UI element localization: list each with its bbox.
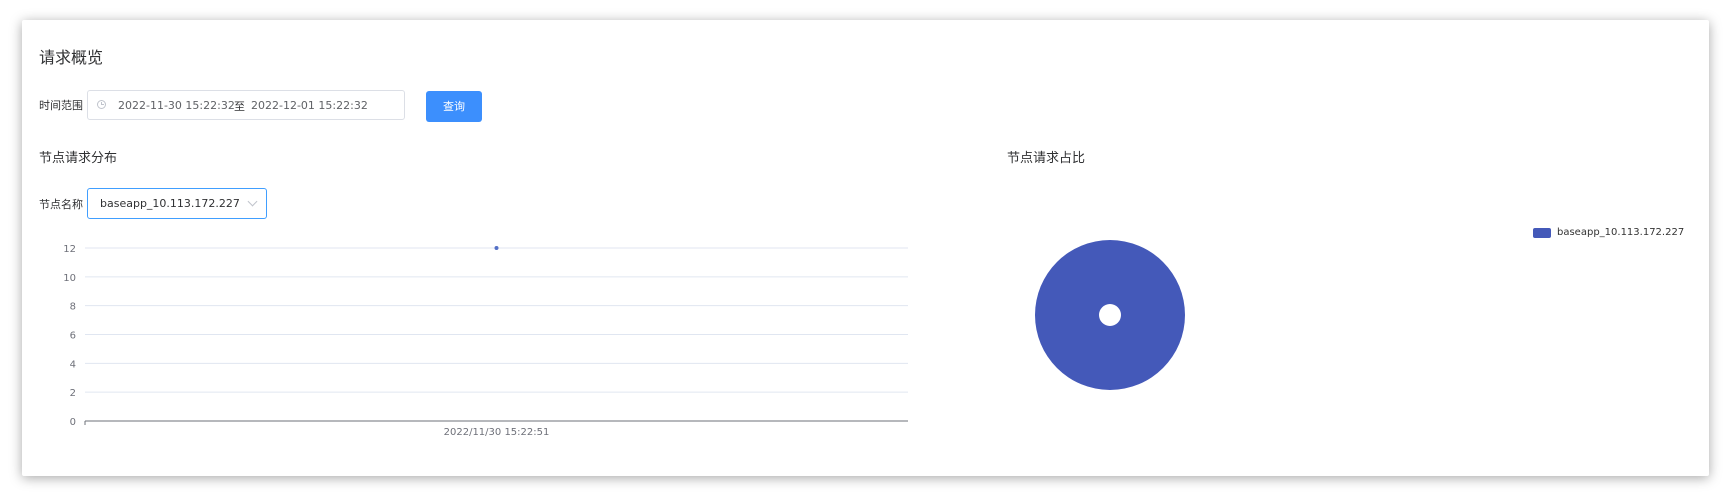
y-tick-label: 10 bbox=[63, 273, 76, 284]
node-select-value: baseapp_10.113.172.227 bbox=[100, 197, 240, 210]
request-overview-card: 请求概览 时间范围 2022-11-30 15:22:32 至 2022-12-… bbox=[22, 20, 1709, 476]
node-select[interactable]: baseapp_10.113.172.227 bbox=[87, 188, 267, 219]
data-point[interactable] bbox=[494, 246, 499, 250]
pie-slice[interactable] bbox=[1035, 240, 1185, 390]
date-range-separator: 至 bbox=[234, 100, 245, 113]
time-range-label: 时间范围 bbox=[39, 99, 83, 112]
node-request-line-chart: 0 2 4 6 8 10 12 2022/11/30 15:22:51 bbox=[63, 244, 908, 438]
node-request-pie-chart bbox=[1035, 240, 1185, 390]
y-tick-label: 4 bbox=[70, 359, 76, 370]
node-ratio-title: 节点请求占比 bbox=[1007, 151, 1086, 166]
node-distribution-title: 节点请求分布 bbox=[39, 151, 118, 166]
chevron-down-icon bbox=[247, 196, 258, 207]
y-tick-label: 0 bbox=[70, 417, 76, 428]
node-name-label: 节点名称 bbox=[39, 198, 83, 211]
query-button[interactable]: 查询 bbox=[426, 91, 482, 122]
y-tick-label: 12 bbox=[63, 244, 76, 255]
date-range-picker[interactable]: 2022-11-30 15:22:32 至 2022-12-01 15:22:3… bbox=[87, 90, 405, 120]
x-tick-label: 2022/11/30 15:22:51 bbox=[444, 427, 550, 438]
y-tick-label: 8 bbox=[70, 302, 76, 313]
date-range-end[interactable]: 2022-12-01 15:22:32 bbox=[251, 99, 368, 112]
legend-label: baseapp_10.113.172.227 bbox=[1557, 227, 1685, 238]
y-tick-label: 6 bbox=[70, 331, 76, 342]
page-title: 请求概览 bbox=[39, 48, 104, 67]
date-range-start[interactable]: 2022-11-30 15:22:32 bbox=[118, 99, 235, 112]
y-tick-label: 2 bbox=[70, 388, 76, 399]
clock-icon bbox=[97, 100, 106, 109]
legend-swatch bbox=[1533, 228, 1551, 238]
